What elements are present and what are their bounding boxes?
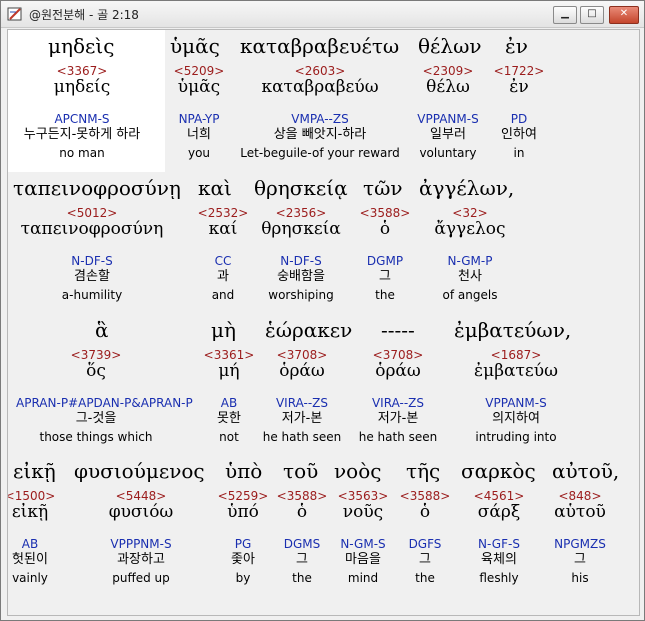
greek-word[interactable]: ταπεινοφροσύνῃ [13,176,181,200]
greek-word[interactable]: εἰκῇ [13,459,56,483]
maximize-button[interactable]: □ [580,6,604,24]
greek-word[interactable]: θρησκείᾳ [254,176,348,200]
greek-word[interactable]: ἐν [505,34,528,58]
lemma: ἐν [509,77,529,97]
greek-word[interactable]: μηδεὶς [48,34,114,58]
parse-code: NPGMZS [554,537,606,551]
english-gloss: of angels [442,288,498,302]
close-button[interactable]: ✕ [609,6,639,24]
greek-word[interactable]: ἑώρακεν [265,318,352,342]
parse-code: VPPANM-S [485,396,547,410]
window-title: @원전분해 - 골 2:18 [29,8,139,22]
greek-word[interactable]: καταβραβευέτω [240,34,399,58]
greek-word[interactable]: ----- [381,318,415,342]
greek-word[interactable]: ὑπὸ [225,459,262,483]
interlinear-view: μηδεὶς ὑμᾶς καταβραβευέτω θέλων ἐν <3367> μηδε… [7,29,640,616]
parse-code: N-GM-P [447,254,493,268]
lemma: ἐμβατεύω [474,361,558,381]
korean-gloss: 의지하여 [492,411,540,426]
english-gloss: his [571,571,589,585]
title-bar[interactable]: @원전분해 - 골 2:18 ▁ □ ✕ [1,1,644,28]
english-gloss: intruding into [475,430,557,444]
strong-number: <1722> [493,64,545,78]
english-gloss: in [513,146,525,160]
greek-word[interactable]: αὐτοῦ, [552,459,619,483]
greek-word[interactable]: τῶν [363,176,403,200]
lemma: ἄγγελος [434,219,506,239]
greek-word[interactable]: σαρκὸς [461,459,536,483]
strong-number: <1687> [490,348,542,362]
greek-word[interactable]: ἀγγέλων, [419,176,514,200]
app-window: @원전분해 - 골 2:18 ▁ □ ✕ μηδεὶς ὑμᾶς καταβραβε… [0,0,645,621]
parse-code: PD [510,112,528,126]
greek-word[interactable]: τῆς [406,459,440,483]
greek-word[interactable]: φυσιούμενος [74,459,205,483]
greek-word[interactable]: τοῦ [283,459,318,483]
app-icon [7,7,22,21]
greek-word[interactable]: ἐμβατεύων, [454,318,571,342]
minimize-button[interactable]: ▁ [553,6,577,24]
greek-word[interactable]: ὑμᾶς [170,34,220,58]
greek-word[interactable]: ἃ [95,318,109,342]
strong-number: <848> [558,489,602,503]
greek-word[interactable]: θέλων [418,34,482,58]
korean-gloss: 천사 [458,269,482,284]
korean-gloss: 인하여 [501,127,537,142]
lemma: αὑτοῦ [554,502,606,522]
greek-word[interactable]: νοὸς [334,459,381,483]
korean-gloss: 그 [574,552,586,567]
greek-word[interactable]: μὴ [211,318,236,342]
strong-number: <32> [452,206,488,220]
greek-word[interactable]: καὶ [198,176,232,200]
